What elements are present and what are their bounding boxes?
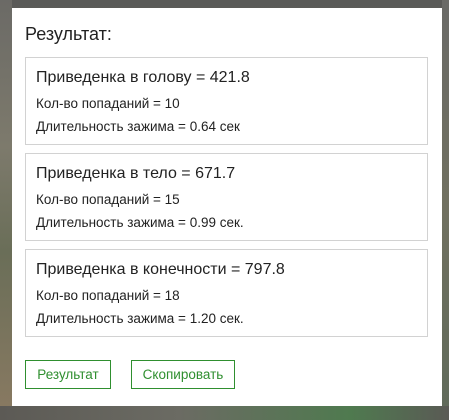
card-hits: Кол-во попаданий = 18 bbox=[36, 288, 180, 303]
card-hold-time: Длительность зажима = 0.64 сек bbox=[36, 119, 240, 134]
card-hold-time: Длительность зажима = 1.20 сек. bbox=[36, 311, 244, 326]
result-button[interactable]: Результат bbox=[25, 360, 111, 389]
background-left bbox=[0, 0, 12, 420]
card-heading: Приведенка в конечности = 797.8 bbox=[36, 261, 285, 278]
card-hits: Кол-во попаданий = 10 bbox=[36, 96, 180, 111]
card-hold-time: Длительность зажима = 0.99 сек. bbox=[36, 215, 244, 230]
panel-title: Результат: bbox=[25, 24, 112, 44]
result-card-limbs: Приведенка в конечности = 797.8 Кол-во п… bbox=[25, 249, 428, 337]
background-bottom bbox=[0, 406, 449, 420]
result-card-head: Приведенка в голову = 421.8 Кол-во попад… bbox=[25, 57, 428, 145]
card-heading: Приведенка в голову = 421.8 bbox=[36, 69, 250, 86]
result-card-body: Приведенка в тело = 671.7 Кол-во попадан… bbox=[25, 153, 428, 241]
card-hits: Кол-во попаданий = 15 bbox=[36, 192, 180, 207]
copy-button[interactable]: Скопировать bbox=[131, 360, 235, 389]
result-panel: Результат: Приведенка в голову = 421.8 К… bbox=[12, 8, 442, 406]
card-heading: Приведенка в тело = 671.7 bbox=[36, 165, 236, 182]
background-right bbox=[442, 0, 449, 420]
